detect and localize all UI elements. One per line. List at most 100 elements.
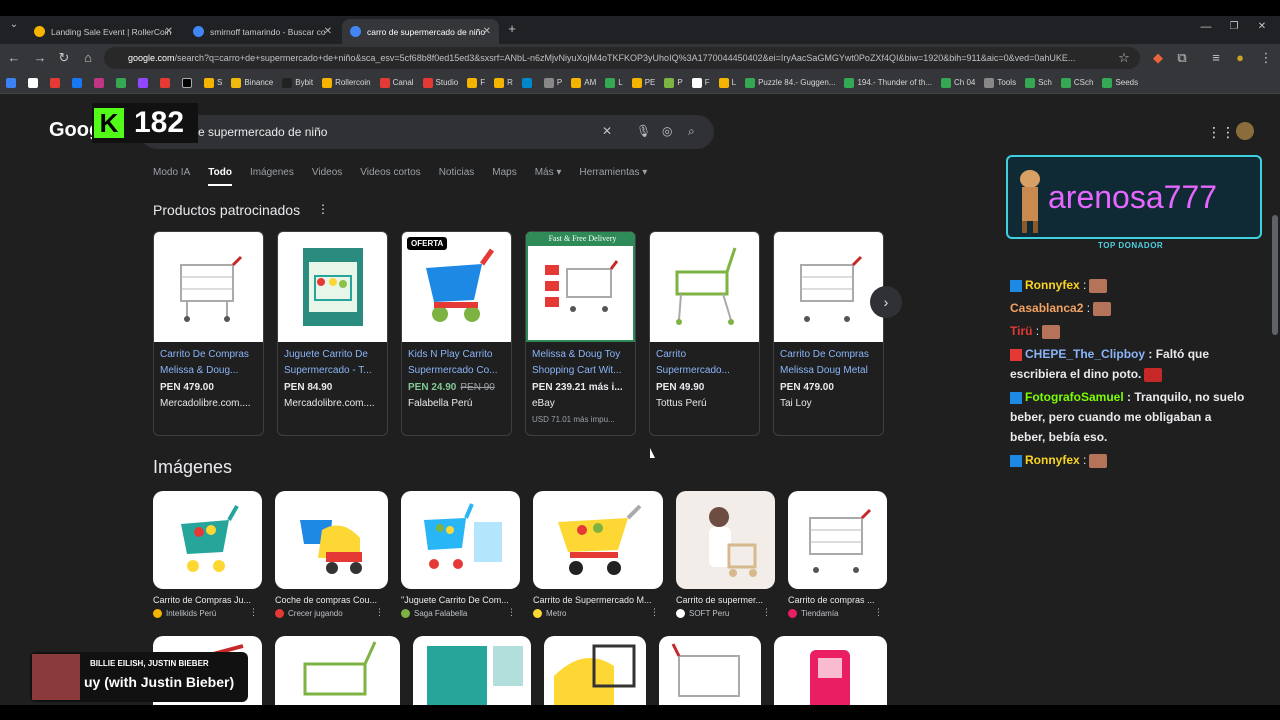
tab-maps[interactable]: Maps — [492, 167, 516, 186]
bookmark-item[interactable] — [50, 77, 63, 88]
bookmark-item[interactable]: Seeds — [1102, 77, 1138, 88]
image-source[interactable]: SOFT Peru — [676, 609, 775, 618]
bookmark-item[interactable] — [28, 77, 41, 88]
menu-dots-icon[interactable]: ⋮ — [1258, 50, 1274, 66]
tab-noticias[interactable]: Noticias — [439, 167, 475, 186]
bookmark-item[interactable] — [138, 77, 151, 88]
more-options-icon[interactable]: ⋮ — [762, 607, 771, 618]
bookmark-folder[interactable]: Tools — [984, 77, 1016, 88]
image-source[interactable]: Crecer jugando — [275, 609, 388, 618]
search-icon[interactable]: ⌕ — [688, 124, 695, 139]
bookmark-item[interactable]: AM — [571, 77, 596, 88]
image-thumbnail[interactable] — [676, 491, 775, 589]
bookmark-item[interactable]: F — [691, 77, 710, 88]
bookmark-item[interactable]: CSch — [1060, 77, 1093, 88]
bookmark-item[interactable]: Canal — [379, 77, 414, 88]
more-options-icon[interactable]: ⋮ — [249, 607, 258, 618]
bookmark-item[interactable] — [116, 77, 129, 88]
search-input[interactable]: e supermercado de niño — [140, 115, 714, 149]
bookmark-item[interactable]: Rollercoin — [322, 77, 371, 88]
bookmark-item[interactable] — [160, 77, 173, 88]
bookmark-item[interactable] — [521, 77, 535, 88]
bookmark-item[interactable]: 194.- Thunder of th... — [844, 77, 932, 88]
image-result[interactable]: Carrito de Compras Ju... Intelikids Perú… — [153, 491, 262, 618]
more-options-icon[interactable]: ⋮ — [317, 202, 329, 216]
bookmark-item[interactable]: Ch 04 — [941, 77, 975, 88]
product-title[interactable]: Melissa & Doug Toy Shopping Cart Wit... — [532, 347, 629, 379]
close-icon[interactable]: ✕ — [165, 26, 173, 37]
product-card[interactable]: OFERTA Kids N Play Carrito Supermercado … — [401, 231, 512, 436]
minimize-icon[interactable]: — — [1198, 21, 1214, 33]
image-thumbnail[interactable] — [788, 491, 887, 589]
bookmark-item[interactable] — [72, 77, 85, 88]
window-close-icon[interactable]: ✕ — [1254, 21, 1270, 32]
image-source[interactable]: Metro — [533, 609, 663, 618]
image-source[interactable]: Saga Falabella — [401, 609, 520, 618]
back-icon[interactable]: ← — [6, 50, 22, 65]
image-result[interactable]: Coche de compras Cou... Crecer jugando ⋮ — [275, 491, 388, 618]
image-result[interactable]: "Juguete Carrito De Com... Saga Falabell… — [401, 491, 520, 618]
bookmark-item[interactable]: L — [718, 77, 736, 88]
bookmark-item[interactable] — [6, 77, 19, 88]
tab-herramientas[interactable]: Herramientas ▾ — [579, 167, 647, 186]
reload-icon[interactable]: ↻ — [56, 50, 72, 66]
tab-smirnoff[interactable]: smirnoff tamarindo - Buscar co ✕ — [185, 19, 340, 44]
bookmark-item[interactable] — [182, 77, 195, 88]
tab-todo[interactable]: Todo — [208, 167, 232, 186]
product-title[interactable]: Carrito Supermercado... — [656, 347, 753, 379]
avatar[interactable] — [1236, 122, 1254, 140]
bookmark-item[interactable]: Puzzle 84.- Guggen... — [745, 77, 835, 88]
product-card[interactable]: Carrito De Compras Melissa & Doug... PEN… — [153, 231, 264, 436]
image-thumbnail[interactable] — [401, 491, 520, 589]
close-icon[interactable]: ✕ — [324, 26, 332, 37]
image-source[interactable]: Tiendamía — [788, 609, 887, 618]
bookmark-item[interactable]: PE — [631, 77, 655, 88]
image-result[interactable]: Carrito de compras ... Tiendamía ⋮ — [788, 491, 887, 618]
close-icon[interactable]: ✕ — [483, 26, 491, 37]
profile-icon[interactable]: ● — [1232, 50, 1248, 65]
product-card[interactable]: Juguete Carrito De Supermercado - T... P… — [277, 231, 388, 436]
bookmark-item[interactable]: L — [605, 77, 623, 88]
product-title[interactable]: Carrito De Compras Melissa & Doug... — [160, 347, 257, 379]
more-options-icon[interactable]: ⋮ — [375, 607, 384, 618]
image-thumbnail[interactable] — [533, 491, 663, 589]
address-bar[interactable]: google.com/search?q=carro+de+supermercad… — [104, 47, 1140, 69]
tab-mas[interactable]: Más ▾ — [535, 167, 562, 186]
microphone-icon[interactable]: 🎙 — [636, 124, 651, 138]
forward-icon[interactable]: → — [32, 50, 48, 65]
product-title[interactable]: Kids N Play Carrito Supermercado Co... — [408, 347, 505, 379]
bookmark-star-icon[interactable]: ☆ — [1116, 50, 1132, 66]
scrollbar[interactable] — [1268, 95, 1280, 705]
next-products-button[interactable]: › — [870, 286, 902, 318]
tab-videos-cortos[interactable]: Videos cortos — [360, 167, 420, 186]
tab-videos[interactable]: Videos — [312, 167, 342, 186]
scrollbar-thumb[interactable] — [1272, 215, 1278, 335]
bookmark-item[interactable]: P — [664, 77, 683, 88]
lens-icon[interactable]: ◎ — [662, 124, 672, 138]
home-icon[interactable]: ⌂ — [80, 50, 96, 65]
product-title[interactable]: Carrito De Compras Melissa Doug Metal — [780, 347, 877, 379]
bookmark-item[interactable]: Studio — [422, 77, 458, 88]
clear-icon[interactable]: ✕ — [602, 124, 612, 138]
bookmark-item[interactable]: Binance — [231, 77, 273, 88]
more-options-icon[interactable]: ⋮ — [650, 607, 659, 618]
extension-fox-icon[interactable]: ◆ — [1150, 50, 1166, 66]
media-icon[interactable]: ≡ — [1208, 50, 1224, 65]
bookmark-item[interactable]: S — [204, 77, 222, 88]
image-thumbnail[interactable] — [153, 491, 262, 589]
image-result[interactable]: Carrito de supermer... SOFT Peru ⋮ — [676, 491, 775, 618]
bookmark-item[interactable] — [94, 77, 107, 88]
image-source[interactable]: Intelikids Perú — [153, 609, 262, 618]
tab-rollercoin[interactable]: Landing Sale Event | RollerCoin ✕ — [26, 19, 181, 44]
tab-modo-ia[interactable]: Modo IA — [153, 167, 190, 186]
bookmark-item[interactable]: Sch — [1025, 77, 1052, 88]
more-options-icon[interactable]: ⋮ — [507, 607, 516, 618]
product-card[interactable]: Carrito Supermercado... PEN 49.90 Tottus… — [649, 231, 760, 436]
tab-imagenes[interactable]: Imágenes — [250, 167, 294, 186]
apps-grid-icon[interactable]: ⋮⋮ — [1207, 124, 1235, 141]
more-options-icon[interactable]: ⋮ — [874, 607, 883, 618]
bookmark-item[interactable]: R — [494, 77, 513, 88]
tab-carro-supermercado[interactable]: carro de supermercado de niño ✕ — [342, 19, 499, 44]
bookmark-item[interactable]: P — [543, 77, 562, 88]
product-card[interactable]: Fast & Free Delivery Melissa & Doug Toy … — [525, 231, 636, 436]
